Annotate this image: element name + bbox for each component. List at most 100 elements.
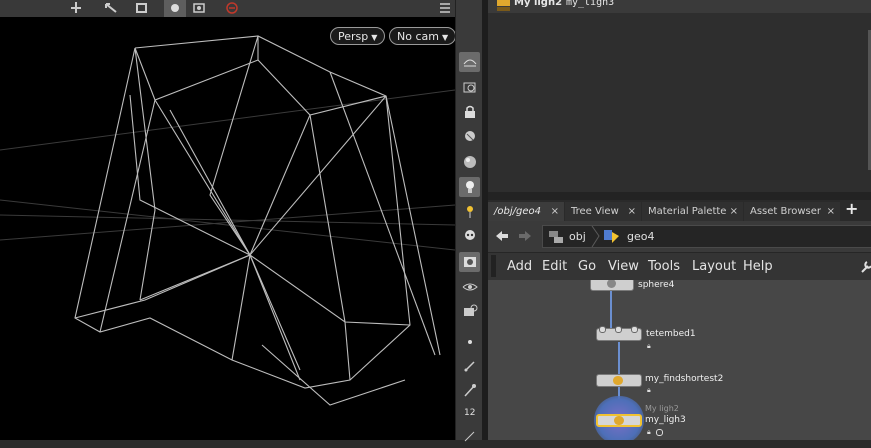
visibility-button[interactable]: [459, 277, 480, 297]
network-menu-bar: Add Edit Go View Tools Layout Help: [488, 252, 871, 281]
texture-icon: [464, 257, 476, 267]
close-icon[interactable]: ×: [730, 202, 738, 221]
point-display-button[interactable]: [459, 331, 480, 351]
menu-edit[interactable]: Edit: [542, 259, 567, 274]
vector-display-button[interactable]: [459, 380, 480, 400]
viewport-toolbar: ?: [0, 0, 474, 17]
input-port[interactable]: [615, 326, 622, 333]
camera-settings-button[interactable]: [459, 301, 480, 321]
cam-menu[interactable]: No cam ▼: [389, 27, 457, 45]
scale-tool-icon[interactable]: [134, 1, 150, 15]
close-icon[interactable]: ×: [628, 202, 636, 221]
display-options-button[interactable]: [459, 52, 480, 72]
tab-asset-browser[interactable]: Asset Browser ×: [744, 202, 840, 221]
primitive-numbers-icon: [464, 431, 475, 442]
skull-icon: [465, 230, 475, 240]
wireframe-icon: [463, 82, 476, 93]
connection-wire: [618, 342, 620, 374]
breadcrumb-separator-icon: [591, 226, 600, 247]
menu-bar-handle[interactable]: [491, 255, 496, 277]
camera-gear-icon: [464, 304, 478, 316]
close-icon[interactable]: ×: [827, 202, 835, 221]
tab-label: /obj/geo4: [494, 206, 541, 217]
output-flag-icon: [656, 429, 663, 436]
menu-help[interactable]: Help: [743, 259, 773, 274]
camera-menu[interactable]: Persp ▼: [330, 27, 386, 45]
obj-network-icon: [549, 231, 563, 243]
chevron-down-icon: ▼: [441, 33, 449, 42]
path-field[interactable]: obj geo4: [542, 225, 871, 248]
ghost-button[interactable]: [459, 127, 480, 147]
tab-tree-view[interactable]: Tree View ×: [565, 202, 641, 221]
breadcrumb-geo4[interactable]: geo4: [627, 230, 654, 244]
skull-button[interactable]: [459, 226, 480, 246]
parameter-header: My ligh2 my_ligh3: [488, 0, 871, 13]
geo-node-icon: [604, 230, 619, 243]
node-sphere4[interactable]: [590, 280, 634, 291]
close-icon[interactable]: ×: [551, 202, 559, 221]
node-type-label: My ligh2: [645, 404, 679, 413]
menu-lines-icon[interactable]: [437, 1, 453, 15]
node-label: my_findshortest2: [645, 374, 724, 384]
point-icon: [468, 340, 472, 344]
input-port[interactable]: [631, 326, 638, 333]
lock-camera-button[interactable]: [459, 102, 480, 122]
input-port[interactable]: [599, 326, 606, 333]
light-bulb-icon: [466, 181, 474, 193]
parameter-pane: My ligh2 my_ligh3: [488, 0, 871, 192]
wireframe-toggle-button[interactable]: [459, 77, 480, 97]
add-tab-button[interactable]: +: [845, 199, 858, 218]
connection-wire: [610, 291, 612, 331]
primitive-numbers-button[interactable]: [459, 428, 480, 448]
lighting-button[interactable]: [459, 177, 480, 197]
snapshot-icon[interactable]: [192, 1, 208, 15]
node-my-ligh3[interactable]: [596, 414, 642, 427]
network-editor[interactable]: sphere4 tetembed1 🔒︎ my_findshortest2 🔒︎…: [488, 280, 871, 440]
menu-tools[interactable]: Tools: [648, 259, 680, 274]
normals-icon: [464, 361, 475, 372]
wireframe-geometry: [0, 35, 455, 406]
breadcrumb-obj[interactable]: obj: [569, 230, 586, 244]
view-tool-button[interactable]: [164, 0, 186, 17]
chevron-down-icon: ▼: [371, 33, 378, 42]
texture-display-button[interactable]: [459, 252, 480, 272]
menu-view[interactable]: View: [608, 259, 639, 274]
shading-button[interactable]: [459, 152, 480, 172]
wrench-icon[interactable]: [859, 259, 871, 275]
sphere-node-icon: [607, 280, 616, 288]
headlight-button[interactable]: [459, 201, 480, 221]
node-type-label: My ligh2: [514, 0, 563, 8]
hda-node-icon: [614, 416, 624, 425]
transform-tool-icon[interactable]: [103, 1, 119, 15]
hda-node-icon: [613, 376, 623, 385]
tab-obj-geo4[interactable]: /obj/geo4 ×: [488, 202, 564, 221]
menu-go[interactable]: Go: [578, 259, 596, 274]
camera-menu-label: Persp: [338, 30, 369, 43]
tab-label: Asset Browser: [750, 206, 822, 217]
back-arrow-icon[interactable]: [494, 229, 510, 243]
menu-add[interactable]: Add: [507, 259, 532, 274]
shaded-sphere-icon: [464, 156, 476, 168]
node-my-findshortest2[interactable]: [596, 374, 642, 387]
node-label: my_ligh3: [645, 415, 686, 425]
lock-icon: [465, 105, 475, 118]
cam-menu-label: No cam: [397, 30, 439, 43]
node-name-field[interactable]: my_ligh3: [566, 0, 614, 8]
viewport-shelf: 12: [455, 0, 483, 442]
record-icon[interactable]: [224, 1, 240, 15]
node-label: tetembed1: [646, 329, 696, 339]
tab-material-palette[interactable]: Material Palette ×: [642, 202, 743, 221]
grid-display-icon: [463, 59, 477, 67]
forward-arrow-icon[interactable]: [517, 229, 533, 243]
pane-splitter[interactable]: [488, 192, 871, 200]
lock-icon: 🔒︎: [647, 428, 651, 436]
ghost-icon: [465, 131, 475, 141]
3d-viewport[interactable]: [0, 0, 455, 440]
point-numbers-button[interactable]: 12: [459, 405, 480, 425]
menu-layout[interactable]: Layout: [692, 259, 736, 274]
tab-label: Tree View: [571, 206, 619, 217]
handle-tool-icon[interactable]: [68, 1, 84, 15]
tab-label: Material Palette: [648, 206, 727, 217]
normals-button[interactable]: [459, 356, 480, 376]
node-tetembed1[interactable]: [596, 326, 642, 341]
